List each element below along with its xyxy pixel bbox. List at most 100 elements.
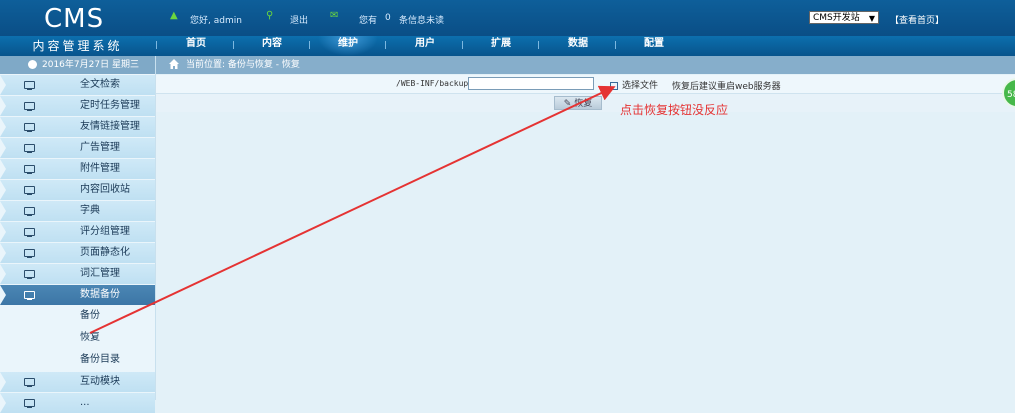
sidebar-item-label: 定时任务管理	[80, 100, 140, 111]
button-row: ✎ 恢复	[156, 94, 1015, 112]
sidebar-item-label: 友情链接管理	[80, 121, 140, 132]
chevron-right-icon	[0, 138, 6, 158]
messages-prefix: 您有	[359, 16, 378, 26]
monitor-icon	[24, 144, 35, 153]
sidebar-item-label: ...	[80, 397, 90, 408]
sidebar-item-label: 数据备份	[80, 289, 120, 300]
site-select[interactable]: CMS开发站 ▼	[809, 11, 879, 24]
sidebar-item-dictionary[interactable]: 字典	[0, 201, 155, 221]
nav-separator	[462, 41, 463, 49]
monitor-icon	[24, 186, 35, 195]
sidebar-item-fulltext-search[interactable]: 全文检索	[0, 75, 155, 95]
nav-separator	[233, 41, 234, 49]
site-select-value: CMS开发站	[813, 13, 860, 23]
monitor-icon	[24, 165, 35, 174]
sidebar-item-label: 页面静态化	[80, 247, 130, 258]
mail-icon: ✉	[330, 10, 339, 21]
sidebar: 2016年7月27日 星期三 全文检索 定时任务管理 友情链接管理 广告管理 附…	[0, 56, 156, 413]
chevron-right-icon	[0, 264, 6, 284]
sidebar-item-data-backup[interactable]: 数据备份	[0, 285, 155, 305]
edit-icon: ✎	[563, 99, 572, 109]
restart-hint-text: 恢复后建议重启web服务器	[672, 82, 781, 92]
sidebar-item-recycle-bin[interactable]: 内容回收站	[0, 180, 155, 200]
sidebar-item-attachments[interactable]: 附件管理	[0, 159, 155, 179]
view-home-link[interactable]: 【查看首页】	[890, 13, 944, 26]
monitor-icon	[24, 102, 35, 111]
sidebar-subitem-backup-directory[interactable]: 备份目录	[0, 349, 155, 371]
chevron-right-icon	[0, 201, 6, 221]
chevron-right-icon	[0, 180, 6, 200]
tab-users[interactable]: 用户	[395, 36, 455, 56]
sidebar-subitem-backup[interactable]: 备份	[0, 305, 155, 327]
monitor-icon	[24, 81, 35, 90]
choose-file-label: 选择文件	[622, 81, 659, 91]
sidebar-item-label: 词汇管理	[80, 268, 120, 279]
key-icon: ⚲	[266, 10, 274, 21]
dropdown-arrow-icon: ▼	[868, 14, 875, 23]
chevron-right-icon	[0, 222, 6, 242]
monitor-icon	[24, 270, 35, 279]
chevron-right-icon	[0, 285, 6, 305]
tab-data[interactable]: 数据	[548, 36, 608, 56]
current-date: 2016年7月27日 星期三	[42, 60, 139, 70]
sidebar-item-scheduled-tasks[interactable]: 定时任务管理	[0, 96, 155, 116]
nav-separator	[156, 41, 157, 49]
chevron-right-icon	[0, 393, 6, 413]
nav-separator	[385, 41, 386, 49]
restore-button-label: 恢复	[574, 99, 593, 109]
breadcrumb-text: 当前位置: 备份与恢复 - 恢复	[186, 60, 300, 70]
sidebar-item-interaction-module[interactable]: 互动模块	[0, 372, 155, 392]
tab-config[interactable]: 配置	[624, 36, 684, 56]
sidebar-item-partial[interactable]: ...	[0, 393, 155, 413]
sidebar-item-label: 内容回收站	[80, 184, 130, 195]
choose-file-button[interactable]: 选择文件	[610, 78, 658, 91]
tab-extend[interactable]: 扩展	[471, 36, 531, 56]
annotation-text: 点击恢复按钮没反应	[620, 103, 729, 117]
greeting-text: 您好, admin	[190, 16, 242, 26]
nav-separator	[538, 41, 539, 49]
home-icon	[169, 59, 179, 69]
user-icon: ▲	[170, 10, 178, 21]
tab-maintenance[interactable]: 维护	[318, 36, 378, 56]
monitor-icon	[24, 249, 35, 258]
tab-content[interactable]: 内容	[242, 36, 302, 56]
backup-file-input[interactable]	[468, 77, 594, 90]
monitor-icon	[24, 291, 35, 300]
monitor-icon	[24, 207, 35, 216]
sidebar-item-label: 广告管理	[80, 142, 120, 153]
sidebar-item-friend-links[interactable]: 友情链接管理	[0, 117, 155, 137]
chevron-right-icon	[0, 75, 6, 95]
chevron-right-icon	[0, 159, 6, 179]
nav-separator	[309, 41, 310, 49]
chevron-right-icon	[0, 243, 6, 263]
main-nav: 内容管理系统 首页 内容 维护 用户 扩展 数据 配置	[0, 36, 1015, 56]
logout-link[interactable]: 退出	[290, 13, 308, 26]
nav-separator	[615, 41, 616, 49]
sidebar-item-score-groups[interactable]: 评分组管理	[0, 222, 155, 242]
monitor-icon	[24, 123, 35, 132]
date-bar: 2016年7月27日 星期三	[0, 56, 155, 74]
tab-home[interactable]: 首页	[166, 36, 226, 56]
chevron-right-icon	[0, 372, 6, 392]
sidebar-item-static-pages[interactable]: 页面静态化	[0, 243, 155, 263]
breadcrumb: 当前位置: 备份与恢复 - 恢复	[156, 56, 1015, 74]
backup-path-label: /WEB-INF/backup/	[396, 79, 474, 88]
restore-button[interactable]: ✎ 恢复	[554, 96, 602, 110]
sidebar-item-vocabulary[interactable]: 词汇管理	[0, 264, 155, 284]
sidebar-item-label: 附件管理	[80, 163, 120, 174]
messages-suffix: 条信息未读	[399, 16, 445, 26]
message-count[interactable]: 0	[385, 13, 391, 23]
sidebar-item-label: 字典	[80, 205, 100, 216]
monitor-icon	[24, 228, 35, 237]
monitor-icon	[24, 399, 35, 408]
chevron-right-icon	[0, 117, 6, 137]
system-name: 内容管理系统	[32, 39, 123, 53]
chevron-right-icon	[0, 96, 6, 116]
sidebar-item-ads[interactable]: 广告管理	[0, 138, 155, 158]
logo: CMS	[44, 4, 105, 34]
top-header: CMS ▲ 您好, admin ⚲ 退出 ✉ 您有 0 条信息未读 CMS开发站…	[0, 0, 1015, 36]
file-icon	[610, 81, 618, 90]
clock-icon	[28, 60, 37, 69]
sidebar-subitem-restore[interactable]: 恢复	[0, 327, 155, 349]
sidebar-item-label: 互动模块	[80, 376, 120, 387]
